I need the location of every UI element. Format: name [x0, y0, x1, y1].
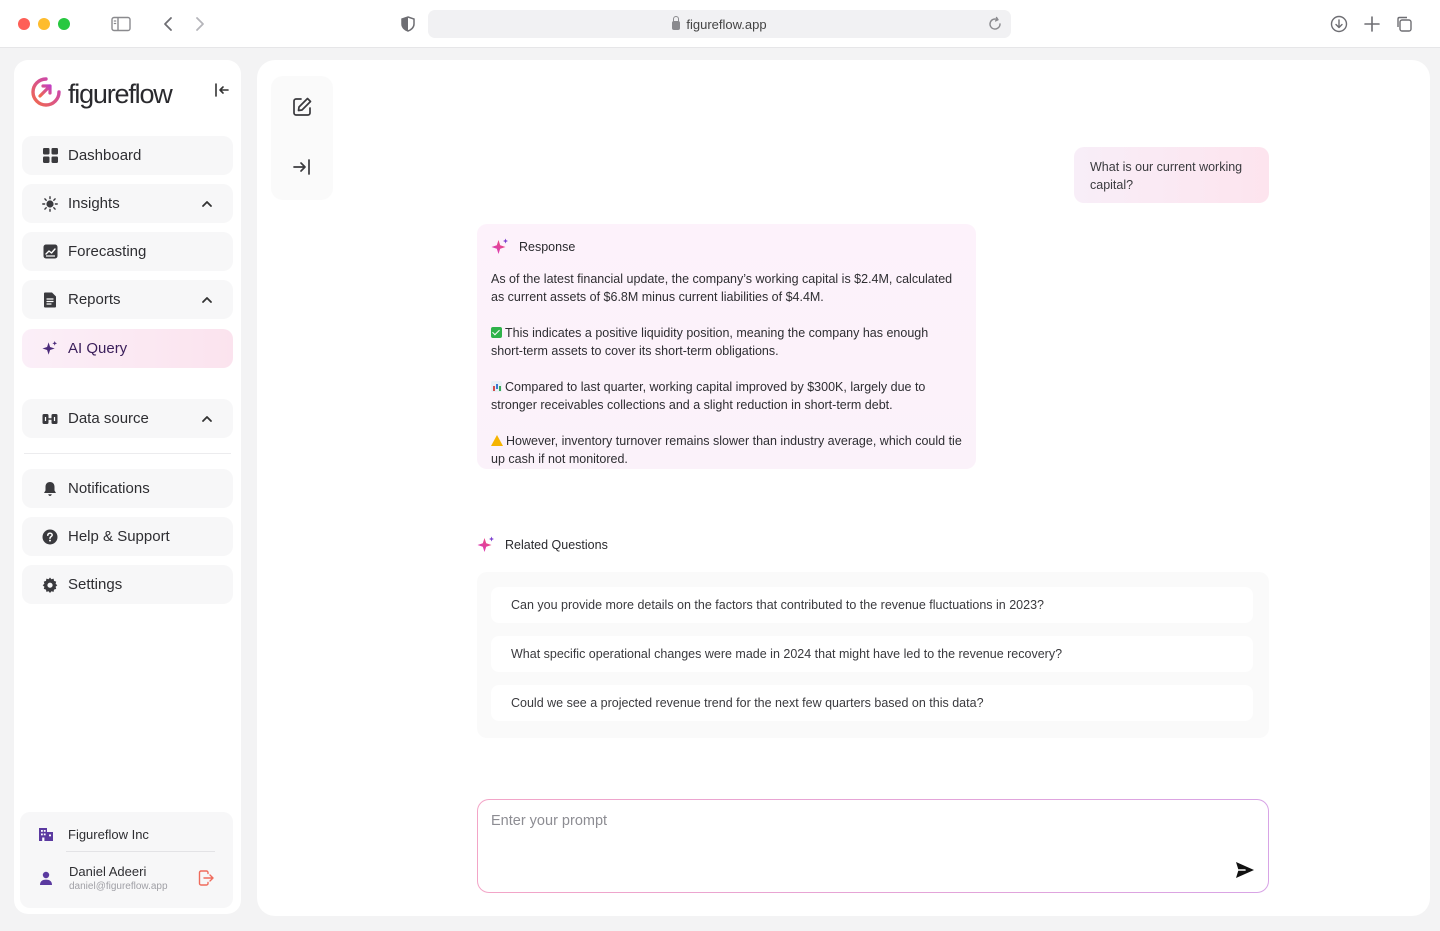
account-divider: [66, 851, 215, 852]
new-tab-icon[interactable]: [1362, 14, 1382, 34]
sidebar-item-label: AI Query: [68, 340, 128, 357]
reload-icon[interactable]: [985, 14, 1005, 34]
response-paragraph: Compared to last quarter, working capita…: [491, 380, 926, 412]
sidebar-item-help-support[interactable]: Help & Support: [22, 517, 233, 556]
url-text: figureflow.app: [686, 17, 767, 32]
gear-icon: [42, 577, 58, 593]
chevron-up-icon[interactable]: [201, 293, 213, 305]
ai-response-card: Response As of the latest financial upda…: [477, 224, 976, 469]
response-paragraph-row: However, inventory turnover remains slow…: [491, 432, 962, 468]
expand-panel-icon[interactable]: [291, 156, 313, 178]
user-icon: [38, 870, 54, 886]
sidebar-item-reports[interactable]: Reports: [22, 280, 233, 319]
sidebar-item-label: Settings: [68, 576, 123, 593]
main-panel: What is our current working capital? Res…: [257, 60, 1430, 916]
collapse-sidebar-icon[interactable]: [212, 80, 232, 100]
bell-icon: [42, 481, 58, 497]
related-questions-list: Can you provide more details on the fact…: [477, 572, 1269, 738]
user-name: Daniel Adeeri: [69, 864, 147, 879]
response-title: Response: [519, 240, 576, 254]
sidebar-item-forecasting[interactable]: Forecasting: [22, 232, 233, 271]
related-questions-header: Related Questions: [477, 536, 608, 554]
logout-icon[interactable]: [197, 869, 215, 887]
response-paragraph: This indicates a positive liquidity posi…: [491, 326, 929, 358]
close-window-button[interactable]: [18, 18, 30, 30]
sidebar-toggle-icon[interactable]: [111, 14, 131, 34]
sidebar-item-label: Forecasting: [68, 243, 147, 260]
download-icon[interactable]: [1329, 14, 1349, 34]
tool-rail: [271, 76, 333, 200]
sidebar-item-label: Reports: [68, 291, 121, 308]
organization-name: Figureflow Inc: [68, 826, 149, 842]
logo[interactable]: figureflow: [30, 76, 173, 113]
building-icon: [38, 826, 54, 842]
check-icon: [491, 327, 502, 338]
dashboard-icon: [42, 148, 58, 164]
response-paragraph-row: This indicates a positive liquidity posi…: [491, 324, 962, 360]
privacy-shield-icon[interactable]: [398, 14, 418, 34]
new-chat-icon[interactable]: [291, 96, 313, 118]
sidebar-item-label: Help & Support: [68, 528, 170, 545]
forward-icon[interactable]: [190, 14, 210, 34]
response-paragraph-row: Compared to last quarter, working capita…: [491, 378, 962, 414]
account-card: Figureflow Inc Daniel Adeeri daniel@figu…: [20, 812, 233, 908]
sidebar-item-notifications[interactable]: Notifications: [22, 469, 233, 508]
forecast-icon: [42, 244, 58, 260]
browser-toolbar: figureflow.app: [0, 0, 1440, 48]
user-message: What is our current working capital?: [1074, 147, 1269, 203]
chevron-up-icon[interactable]: [201, 412, 213, 424]
report-icon: [42, 292, 58, 308]
sidebar-item-label: Data source: [68, 410, 149, 427]
related-questions-title: Related Questions: [505, 538, 608, 552]
sidebar-item-label: Insights: [68, 195, 120, 212]
ai-sparkle-icon: [491, 238, 509, 256]
minimize-window-button[interactable]: [38, 18, 50, 30]
sidebar-item-ai-query[interactable]: AI Query: [22, 329, 233, 368]
sidebar-item-label: Dashboard: [68, 147, 142, 164]
organization-switcher[interactable]: Figureflow Inc: [38, 826, 149, 842]
address-bar[interactable]: figureflow.app: [428, 10, 1011, 38]
lock-icon: [672, 16, 681, 30]
bulb-icon: [42, 195, 58, 212]
sparkle-icon: [42, 340, 58, 357]
figureflow-logo-icon: [30, 76, 62, 113]
sidebar-item-settings[interactable]: Settings: [22, 565, 233, 604]
related-question[interactable]: Could we see a projected revenue trend f…: [491, 685, 1253, 721]
logo-text: figureflow: [68, 79, 173, 109]
prompt-input[interactable]: [491, 813, 1191, 829]
sidebar-item-insights[interactable]: Insights: [22, 184, 233, 223]
prompt-box: [477, 799, 1269, 893]
response-paragraph: However, inventory turnover remains slow…: [491, 434, 962, 466]
help-icon: [42, 529, 58, 545]
send-icon[interactable]: [1234, 859, 1256, 881]
response-paragraph: As of the latest financial update, the c…: [491, 272, 953, 304]
maximize-window-button[interactable]: [58, 18, 70, 30]
sidebar: figureflow Dashboard Insights Forecastin…: [14, 60, 241, 914]
user-email: daniel@figureflow.app: [69, 881, 168, 892]
tab-overview-icon[interactable]: [1394, 14, 1414, 34]
ai-sparkle-icon: [477, 536, 495, 554]
warning-icon: [491, 435, 503, 446]
sidebar-item-data-source[interactable]: Data source: [22, 399, 233, 438]
sidebar-item-label: Notifications: [68, 480, 150, 497]
related-question[interactable]: Can you provide more details on the fact…: [491, 587, 1253, 623]
back-icon[interactable]: [158, 14, 178, 34]
chevron-up-icon[interactable]: [201, 197, 213, 209]
sidebar-divider: [24, 453, 231, 454]
sidebar-item-dashboard[interactable]: Dashboard: [22, 136, 233, 175]
data-source-icon: [42, 411, 58, 427]
bar-chart-icon: [491, 381, 502, 392]
related-question[interactable]: What specific operational changes were m…: [491, 636, 1253, 672]
